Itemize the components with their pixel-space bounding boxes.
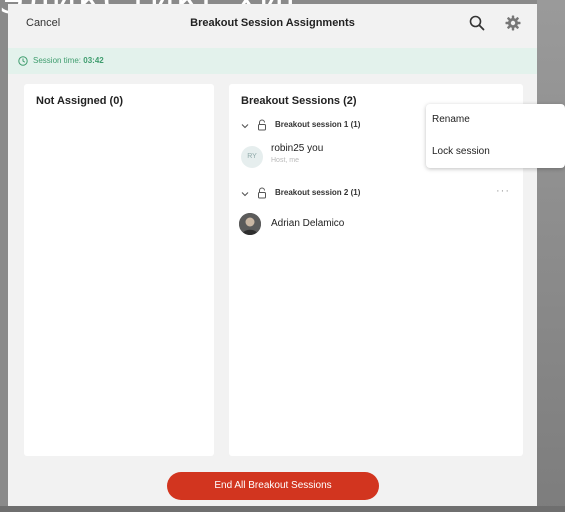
breakout-dialog: Cancel Breakout Session Assignments Sess… [8, 4, 537, 508]
background-bottom-edge [0, 506, 565, 512]
session-label: Breakout session 2 (1) [275, 188, 361, 197]
search-icon[interactable] [468, 14, 486, 32]
menu-item-rename[interactable]: Rename [432, 114, 470, 125]
unlock-icon [258, 119, 266, 131]
background-window-edge [537, 0, 565, 512]
breakout-sessions-title: Breakout Sessions (2) [241, 95, 357, 107]
menu-item-lock-session[interactable]: Lock session [432, 146, 490, 157]
unlock-icon [258, 187, 266, 199]
session-row-2[interactable]: Breakout session 2 (1) ··· [241, 185, 511, 203]
chevron-down-icon[interactable] [241, 190, 249, 198]
gear-icon[interactable] [504, 14, 522, 32]
session-time-value: 03:42 [83, 56, 104, 65]
not-assigned-panel: Not Assigned (0) [24, 84, 214, 456]
avatar: RY [241, 146, 263, 168]
dialog-header: Cancel Breakout Session Assignments [8, 4, 537, 44]
more-options-button[interactable]: ··· [496, 185, 510, 197]
not-assigned-title: Not Assigned (0) [36, 95, 123, 107]
session-time-bar: Session time: 03:42 [8, 48, 537, 74]
dialog-title: Breakout Session Assignments [190, 17, 355, 29]
clock-icon [18, 56, 28, 66]
session-context-menu: Rename Lock session [426, 104, 565, 168]
participant-name[interactable]: Adrian Delamico [271, 218, 344, 229]
end-all-breakout-sessions-button[interactable]: End All Breakout Sessions [167, 472, 379, 500]
avatar-photo [239, 213, 261, 235]
avatar [239, 213, 261, 235]
participant-role: Host, me [271, 157, 300, 164]
chevron-down-icon[interactable] [241, 122, 249, 130]
session-time-label: Session time: [33, 56, 82, 65]
session-time-text: Session time: 03:42 [33, 56, 104, 65]
session-label: Breakout session 1 (1) [275, 120, 361, 129]
participant-name[interactable]: robin25 you [271, 143, 323, 154]
